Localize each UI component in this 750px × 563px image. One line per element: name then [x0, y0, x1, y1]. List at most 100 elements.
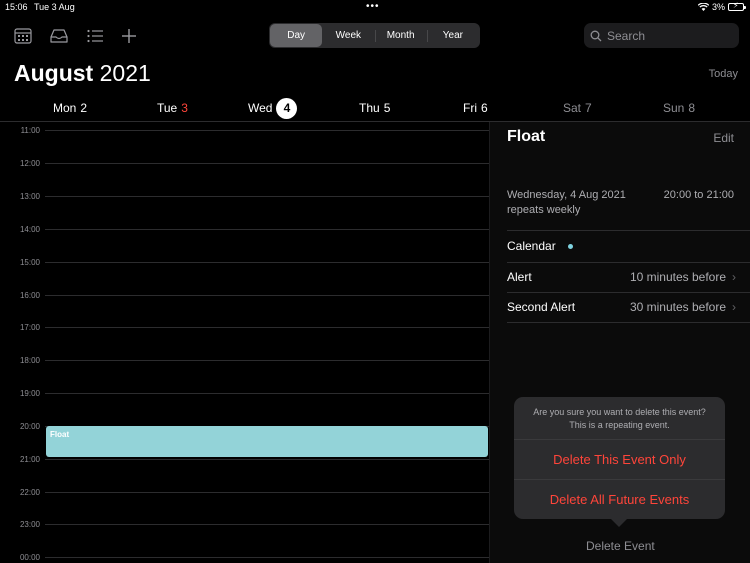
day-number: 2: [80, 101, 88, 115]
tab-day[interactable]: Day: [270, 24, 323, 47]
hour-line: [45, 459, 489, 460]
month-name: August: [14, 60, 94, 86]
day-name: Fri: [463, 101, 477, 115]
today-button[interactable]: Today: [709, 68, 738, 80]
hour-label: 12:00: [19, 159, 40, 168]
divider: [507, 322, 750, 323]
hour-label: 13:00: [19, 192, 40, 201]
hour-line: [45, 295, 489, 296]
day-mon[interactable]: Mon 2: [53, 97, 87, 119]
confirmation-line-1: Are you sure you want to delete this eve…: [533, 407, 706, 417]
delete-event-button[interactable]: Delete Event: [586, 539, 655, 553]
hour-label: 18:00: [19, 356, 40, 365]
second-alert-label: Second Alert: [507, 300, 576, 314]
week-strip: Mon 2 Tue 3 Wed 4 Thu 5 Fri 6 Sat 7 Sun 8: [0, 97, 750, 119]
page-title: August 2021: [14, 60, 151, 87]
confirmation-line-2: This is a repeating event.: [569, 420, 670, 430]
day-name: Mon: [53, 101, 77, 115]
event-title: Float: [50, 430, 70, 439]
event-time-range: 20:00 to 21:00: [663, 189, 734, 201]
confirmation-message: Are you sure you want to delete this eve…: [514, 406, 725, 432]
alert-value: 10 minutes before: [629, 270, 726, 284]
tab-year[interactable]: Year: [426, 24, 479, 47]
chevron-right-icon: ›: [732, 300, 736, 314]
hour-line: [45, 393, 489, 394]
hour-label: 22:00: [19, 488, 40, 497]
day-thu[interactable]: Thu 5: [359, 97, 390, 119]
day-fri[interactable]: Fri 6: [463, 97, 488, 119]
hour-line: [45, 524, 489, 525]
battery-percent: 3%: [711, 2, 725, 12]
hour-label: 20:00: [19, 422, 40, 431]
hour-line: [45, 557, 489, 558]
day-number: 6: [481, 101, 488, 115]
event-date: Wednesday, 4 Aug 2021: [507, 189, 626, 201]
hour-line: [45, 327, 489, 328]
hour-label: 16:00: [19, 291, 40, 300]
day-name: Tue: [157, 101, 178, 115]
alert-value-wrap: 10 minutes before ›: [630, 270, 736, 284]
calendar-icon[interactable]: [14, 27, 32, 45]
hour-label: 11:00: [20, 126, 40, 135]
day-number: 5: [383, 101, 391, 115]
hour-label: 15:00: [19, 258, 40, 267]
second-alert-value-wrap: 30 minutes before ›: [630, 300, 736, 314]
second-alert-row[interactable]: Second Alert 30 minutes before ›: [507, 292, 736, 322]
view-mode-control: Day Week Month Year: [269, 23, 480, 48]
wifi-icon: [697, 3, 709, 11]
calendar-color-dot: [567, 243, 573, 249]
add-icon[interactable]: [120, 27, 138, 45]
delete-future-events-button[interactable]: Delete All Future Events: [514, 479, 725, 519]
hour-label: 21:00: [19, 455, 40, 464]
hour-line: [45, 360, 489, 361]
day-number: 8: [688, 101, 696, 115]
calendar-row[interactable]: Calendar: [507, 231, 736, 261]
tab-month[interactable]: Month: [374, 24, 427, 47]
day-timeline[interactable]: 11:00 12:00 13:00 14:00 15:00 16:00 17:0…: [0, 122, 489, 563]
day-name: Thu: [359, 101, 380, 115]
multitasking-dots-icon[interactable]: •••: [366, 1, 380, 12]
delete-confirmation-popover: Are you sure you want to delete this eve…: [514, 397, 725, 527]
year-label: 2021: [99, 60, 151, 86]
hour-label: 23:00: [19, 520, 40, 529]
status-date: Tue 3 Aug: [34, 2, 75, 12]
day-name: Wed: [248, 101, 273, 115]
alert-row[interactable]: Alert 10 minutes before ›: [507, 262, 736, 292]
search-icon: [590, 30, 602, 41]
calendar-label: Calendar: [507, 239, 556, 253]
hour-label: 14:00: [19, 225, 40, 234]
alert-label: Alert: [507, 270, 532, 284]
hour-label: 00:00: [19, 553, 40, 562]
tab-week[interactable]: Week: [322, 24, 374, 47]
search-input[interactable]: Search: [584, 23, 739, 48]
hour-line: [45, 492, 489, 493]
inbox-icon[interactable]: [50, 27, 68, 45]
status-time: 15:06: [5, 2, 28, 12]
day-sat[interactable]: Sat 7: [563, 97, 592, 119]
event-repeat: repeats weekly: [507, 204, 581, 216]
delete-this-event-button[interactable]: Delete This Event Only: [514, 439, 725, 479]
list-icon[interactable]: [86, 27, 104, 45]
day-name: Sun: [663, 101, 685, 115]
battery-icon: ⚡: [728, 1, 746, 11]
day-wed-selected[interactable]: Wed 4: [248, 97, 298, 119]
hour-line: [45, 229, 489, 230]
search-placeholder: Search: [607, 28, 646, 43]
hour-label: 17:00: [19, 323, 40, 332]
hour-label: 19:00: [19, 389, 40, 398]
day-number-today: 3: [181, 101, 188, 115]
chevron-right-icon: ›: [732, 270, 736, 284]
hour-line: [45, 196, 489, 197]
hour-line: [45, 262, 489, 263]
status-right: 3% ⚡: [697, 1, 746, 12]
event-detail-title: Float: [507, 128, 546, 145]
day-sun[interactable]: Sun 8: [663, 97, 695, 119]
day-tue[interactable]: Tue 3: [157, 97, 188, 119]
edit-button[interactable]: Edit: [713, 131, 734, 145]
selected-day-number: 4: [276, 97, 298, 119]
status-bar: 15:06 Tue 3 Aug ••• 3% ⚡: [0, 0, 750, 16]
hour-line: [45, 163, 489, 164]
event-block[interactable]: Float: [46, 426, 488, 457]
second-alert-value: 30 minutes before: [629, 300, 726, 314]
day-name: Sat: [563, 101, 582, 115]
